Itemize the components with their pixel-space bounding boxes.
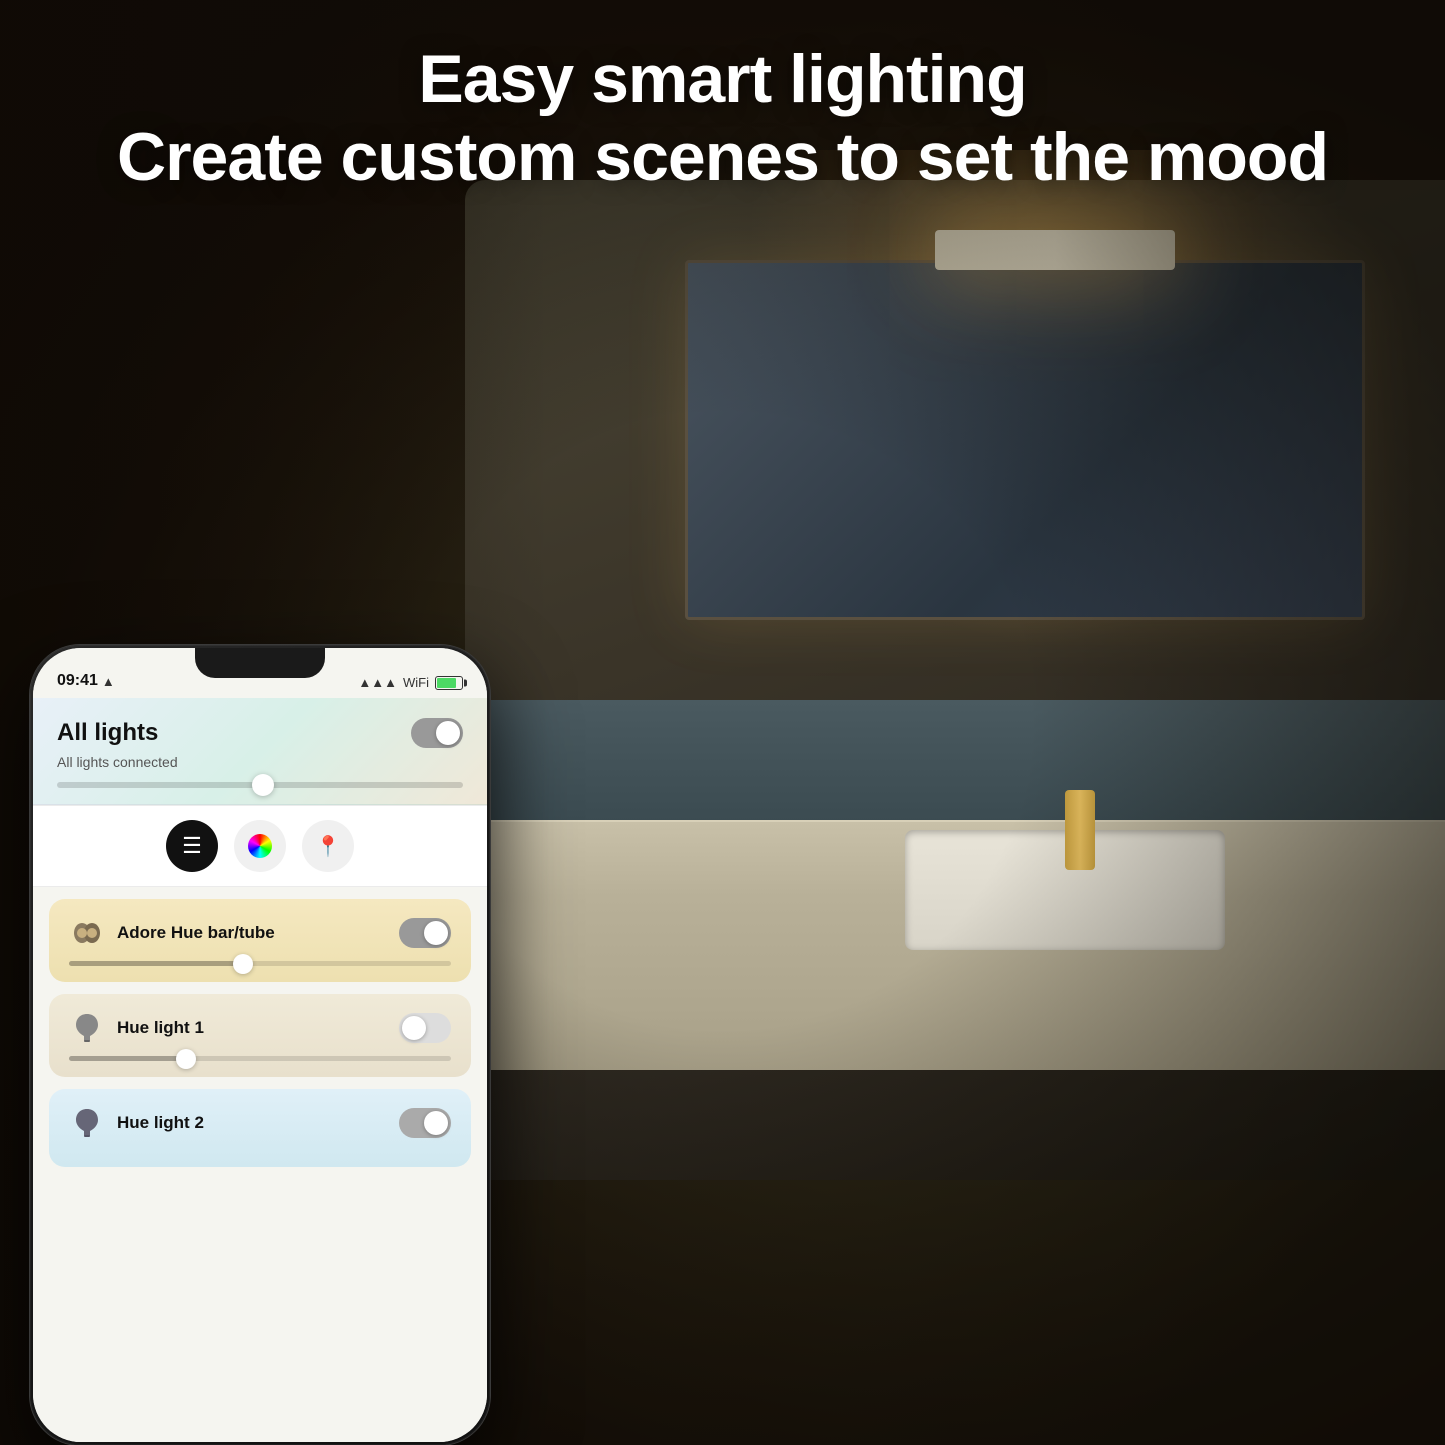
- header-section: Easy smart lighting Create custom scenes…: [0, 40, 1445, 196]
- all-lights-brightness-slider[interactable]: [57, 782, 463, 788]
- adore-left: Adore Hue bar/tube: [69, 915, 275, 951]
- hue2-left: Hue light 2: [69, 1105, 204, 1141]
- hue1-toggle[interactable]: [399, 1013, 451, 1043]
- lights-list: Adore Hue bar/tube: [33, 899, 487, 1167]
- hue1-icon: [69, 1010, 105, 1046]
- list-icon: ☰: [182, 833, 202, 859]
- adore-slider-fill: [69, 961, 241, 966]
- app-content: All lights All lights connected ☰: [33, 698, 487, 1442]
- status-time: 09:41: [57, 672, 98, 690]
- phone-notch: [195, 648, 325, 678]
- app-toolbar: ☰ 📍: [33, 805, 487, 887]
- hue1-name: Hue light 1: [117, 1018, 204, 1038]
- light-item-adore: Adore Hue bar/tube: [49, 899, 471, 982]
- list-view-button[interactable]: ☰: [166, 820, 218, 872]
- all-lights-title: All lights: [57, 719, 158, 747]
- location-icon: ▲: [102, 674, 115, 689]
- hue1-left: Hue light 1: [69, 1010, 204, 1046]
- battery-tip: [464, 679, 467, 686]
- adore-toggle-thumb: [424, 921, 448, 945]
- all-lights-top-row: All lights: [57, 718, 463, 748]
- adore-name: Adore Hue bar/tube: [117, 923, 275, 943]
- palette-icon: [248, 834, 272, 858]
- adore-top-row: Adore Hue bar/tube: [69, 915, 451, 951]
- battery-fill: [437, 678, 456, 688]
- signal-icon: ▲▲▲: [358, 675, 397, 690]
- adore-icon: [69, 915, 105, 951]
- all-lights-toggle-thumb: [436, 721, 460, 745]
- all-lights-subtitle: All lights connected: [57, 754, 463, 770]
- status-icons: ▲▲▲ WiFi: [358, 675, 463, 690]
- hue1-slider-fill: [69, 1056, 184, 1061]
- headline-line2: Create custom scenes to set the mood: [0, 118, 1445, 196]
- pin-button[interactable]: 📍: [302, 820, 354, 872]
- adore-slider-handle: [233, 954, 253, 974]
- faucet: [1065, 790, 1095, 870]
- hue1-toggle-thumb: [402, 1016, 426, 1040]
- palette-button[interactable]: [234, 820, 286, 872]
- adore-toggle[interactable]: [399, 918, 451, 948]
- bathroom-mirror: [685, 260, 1365, 620]
- wifi-icon: WiFi: [403, 675, 429, 690]
- hue1-slider-handle: [176, 1049, 196, 1069]
- hue2-toggle[interactable]: [399, 1108, 451, 1138]
- light-fixture: [935, 230, 1175, 270]
- phone-screen: 09:41 ▲ ▲▲▲ WiFi All lights: [33, 648, 487, 1442]
- adore-brightness-slider[interactable]: [69, 961, 451, 966]
- phone-mockup: 09:41 ▲ ▲▲▲ WiFi All lights: [30, 645, 490, 1445]
- all-lights-toggle[interactable]: [411, 718, 463, 748]
- hue2-toggle-thumb: [424, 1111, 448, 1135]
- tile-area: [465, 700, 1445, 830]
- light-item-hue1: Hue light 1: [49, 994, 471, 1077]
- battery-icon: [435, 676, 463, 690]
- phone-outer: 09:41 ▲ ▲▲▲ WiFi All lights: [30, 645, 490, 1445]
- all-lights-card: All lights All lights connected: [33, 698, 487, 805]
- hue2-name: Hue light 2: [117, 1113, 204, 1133]
- pin-icon: 📍: [316, 834, 341, 859]
- hue1-top-row: Hue light 1: [69, 1010, 451, 1046]
- all-lights-slider-thumb: [252, 774, 274, 796]
- hue1-brightness-slider[interactable]: [69, 1056, 451, 1061]
- headline-line1: Easy smart lighting: [0, 40, 1445, 118]
- light-item-hue2: Hue light 2: [49, 1089, 471, 1167]
- hue2-top-row: Hue light 2: [69, 1105, 451, 1141]
- hue2-icon: [69, 1105, 105, 1141]
